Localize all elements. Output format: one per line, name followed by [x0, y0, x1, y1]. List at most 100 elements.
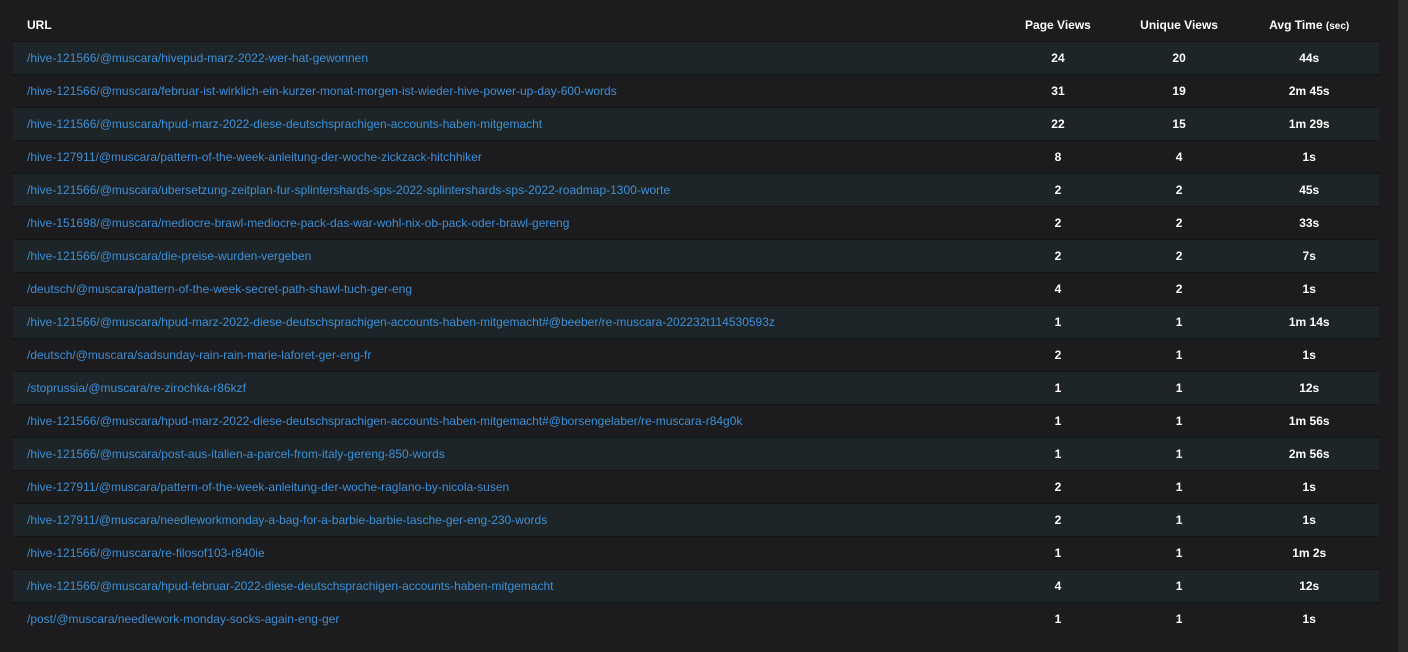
column-header-avg-time[interactable]: Avg Time (sec): [1239, 18, 1379, 32]
page-views-cell: 1: [1054, 414, 1062, 428]
url-cell: /hive-121566/@muscara/hivepud-marz-2022-…: [13, 51, 997, 65]
url-link[interactable]: /hive-121566/@muscara/hpud-marz-2022-die…: [27, 117, 542, 131]
url-link[interactable]: /post/@muscara/needlework-monday-socks-a…: [27, 612, 339, 626]
url-cell: /hive-127911/@muscara/pattern-of-the-wee…: [13, 480, 997, 494]
url-link[interactable]: /hive-127911/@muscara/needleworkmonday-a…: [27, 513, 547, 527]
table-row: /hive-121566/@muscara/hpud-marz-2022-die…: [13, 107, 1379, 140]
url-cell: /hive-151698/@muscara/mediocre-brawl-med…: [13, 216, 997, 230]
url-cell: /hive-121566/@muscara/hpud-februar-2022-…: [13, 579, 997, 593]
avg-time-cell: 33s: [1299, 216, 1320, 230]
url-cell: /hive-121566/@muscara/ubersetzung-zeitpl…: [13, 183, 997, 197]
table-row: /hive-121566/@muscara/ubersetzung-zeitpl…: [13, 173, 1379, 206]
page-views-cell: 1: [1054, 381, 1062, 395]
avg-time-cell: 1m 2s: [1292, 546, 1327, 560]
unique-views-cell: 2: [1175, 282, 1183, 296]
url-cell: /hive-121566/@muscara/februar-ist-wirkli…: [13, 84, 997, 98]
table-row: /hive-121566/@muscara/die-preise-wurden-…: [13, 239, 1379, 272]
page-views-cell: 1: [1054, 447, 1062, 461]
avg-time-cell: 1s: [1302, 348, 1316, 362]
table-row: /post/@muscara/needlework-monday-socks-a…: [13, 602, 1379, 635]
url-link[interactable]: /hive-121566/@muscara/hivepud-marz-2022-…: [27, 51, 368, 65]
table-row: /hive-127911/@muscara/pattern-of-the-wee…: [13, 470, 1379, 503]
url-link[interactable]: /deutsch/@muscara/pattern-of-the-week-se…: [27, 282, 412, 296]
avg-time-unit: (sec): [1325, 21, 1350, 32]
avg-time-cell: 12s: [1299, 381, 1320, 395]
url-link[interactable]: /hive-127911/@muscara/pattern-of-the-wee…: [27, 480, 509, 494]
url-link[interactable]: /hive-121566/@muscara/februar-ist-wirkli…: [27, 84, 617, 98]
unique-views-cell: 1: [1175, 579, 1183, 593]
avg-time-label: Avg Time: [1269, 18, 1323, 32]
unique-views-cell: 1: [1175, 480, 1183, 494]
url-link[interactable]: /hive-121566/@muscara/hpud-februar-2022-…: [27, 579, 553, 593]
page-views-cell: 31: [1051, 84, 1065, 98]
url-link[interactable]: /deutsch/@muscara/sadsunday-rain-rain-ma…: [27, 348, 371, 362]
stats-panel: URL Page Views Unique Views Avg Time (se…: [0, 0, 1398, 652]
avg-time-cell: 1s: [1302, 282, 1316, 296]
url-link[interactable]: /hive-121566/@muscara/post-aus-italien-a…: [27, 447, 445, 461]
table-row: /hive-121566/@muscara/februar-ist-wirkli…: [13, 74, 1379, 107]
unique-views-cell: 1: [1175, 348, 1183, 362]
url-link[interactable]: /hive-121566/@muscara/hpud-marz-2022-die…: [27, 414, 742, 428]
url-cell: /hive-121566/@muscara/hpud-marz-2022-die…: [13, 414, 997, 428]
table-row: /hive-121566/@muscara/hivepud-marz-2022-…: [13, 41, 1379, 74]
avg-time-cell: 2m 45s: [1288, 84, 1330, 98]
url-cell: /hive-121566/@muscara/hpud-marz-2022-die…: [13, 117, 997, 131]
url-link[interactable]: /hive-121566/@muscara/hpud-marz-2022-die…: [27, 315, 775, 329]
page-views-cell: 4: [1054, 282, 1062, 296]
url-link[interactable]: /hive-151698/@muscara/mediocre-brawl-med…: [27, 216, 569, 230]
table-row: /hive-127911/@muscara/pattern-of-the-wee…: [13, 140, 1379, 173]
avg-time-cell: 1s: [1302, 513, 1316, 527]
page-views-cell: 8: [1054, 150, 1062, 164]
page-views-cell: 24: [1051, 51, 1065, 65]
table-header-row: URL Page Views Unique Views Avg Time (se…: [13, 9, 1379, 41]
avg-time-cell: 45s: [1299, 183, 1320, 197]
unique-views-cell: 4: [1175, 150, 1183, 164]
url-cell: /post/@muscara/needlework-monday-socks-a…: [13, 612, 997, 626]
url-link[interactable]: /hive-121566/@muscara/ubersetzung-zeitpl…: [27, 183, 670, 197]
avg-time-cell: 1m 56s: [1288, 414, 1330, 428]
avg-time-cell: 44s: [1299, 51, 1320, 65]
url-cell: /deutsch/@muscara/pattern-of-the-week-se…: [13, 282, 997, 296]
page-views-cell: 1: [1054, 546, 1062, 560]
url-link[interactable]: /hive-121566/@muscara/re-filosof103-r840…: [27, 546, 265, 560]
url-cell: /hive-121566/@muscara/post-aus-italien-a…: [13, 447, 997, 461]
unique-views-cell: 2: [1175, 183, 1183, 197]
page-views-cell: 2: [1054, 480, 1062, 494]
page-views-cell: 2: [1054, 183, 1062, 197]
unique-views-cell: 1: [1175, 381, 1183, 395]
table-row: /hive-151698/@muscara/mediocre-brawl-med…: [13, 206, 1379, 239]
unique-views-cell: 19: [1172, 84, 1186, 98]
unique-views-cell: 2: [1175, 216, 1183, 230]
url-stats-table: URL Page Views Unique Views Avg Time (se…: [13, 9, 1379, 635]
url-link[interactable]: /stoprussia/@muscara/re-zirochka-r86kzf: [27, 381, 246, 395]
url-cell: /deutsch/@muscara/sadsunday-rain-rain-ma…: [13, 348, 997, 362]
page-views-cell: 2: [1054, 249, 1062, 263]
url-cell: /hive-127911/@muscara/needleworkmonday-a…: [13, 513, 997, 527]
url-cell: /hive-127911/@muscara/pattern-of-the-wee…: [13, 150, 997, 164]
unique-views-cell: 15: [1172, 117, 1186, 131]
unique-views-cell: 1: [1175, 447, 1183, 461]
unique-views-cell: 1: [1175, 513, 1183, 527]
column-header-unique-views[interactable]: Unique Views: [1119, 18, 1240, 32]
avg-time-cell: 1m 14s: [1288, 315, 1330, 329]
unique-views-cell: 1: [1175, 546, 1183, 560]
table-row: /hive-121566/@muscara/hpud-februar-2022-…: [13, 569, 1379, 602]
url-link[interactable]: /hive-121566/@muscara/die-preise-wurden-…: [27, 249, 311, 263]
avg-time-cell: 12s: [1299, 579, 1320, 593]
url-cell: /hive-121566/@muscara/hpud-marz-2022-die…: [13, 315, 997, 329]
column-header-url[interactable]: URL: [13, 18, 997, 32]
page-views-cell: 1: [1054, 315, 1062, 329]
table-row: /stoprussia/@muscara/re-zirochka-r86kzf 1…: [13, 371, 1379, 404]
table-row: /hive-121566/@muscara/hpud-marz-2022-die…: [13, 305, 1379, 338]
scrollbar-track[interactable]: [1398, 0, 1408, 652]
avg-time-cell: 1s: [1302, 150, 1316, 164]
avg-time-cell: 7s: [1302, 249, 1316, 263]
page-views-cell: 2: [1054, 513, 1062, 527]
avg-time-cell: 1m 29s: [1288, 117, 1330, 131]
avg-time-cell: 1s: [1302, 612, 1316, 626]
column-header-page-views[interactable]: Page Views: [997, 18, 1119, 32]
table-row: /hive-127911/@muscara/needleworkmonday-a…: [13, 503, 1379, 536]
url-link[interactable]: /hive-127911/@muscara/pattern-of-the-wee…: [27, 150, 482, 164]
avg-time-cell: 2m 56s: [1288, 447, 1330, 461]
table-row: /hive-121566/@muscara/post-aus-italien-a…: [13, 437, 1379, 470]
